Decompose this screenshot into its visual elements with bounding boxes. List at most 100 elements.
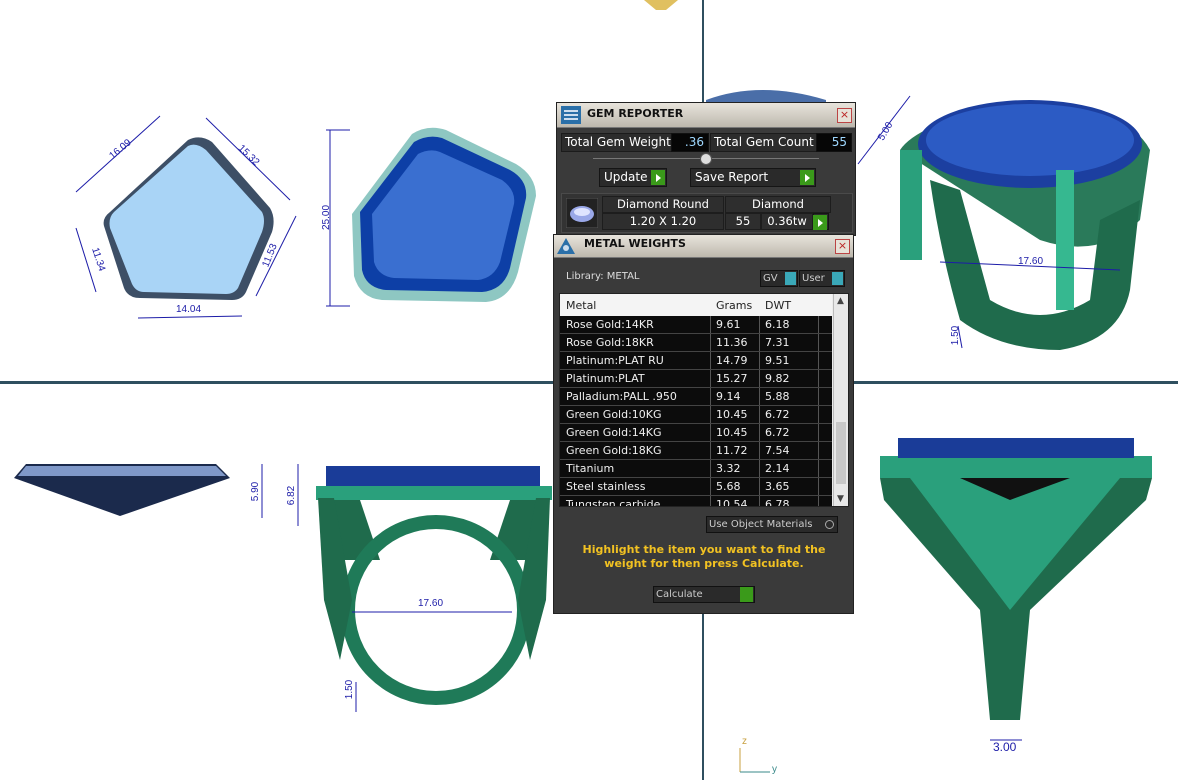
dwt-value: 3.65 bbox=[765, 480, 790, 493]
cell-divider bbox=[818, 316, 819, 333]
metal-weights-close-icon[interactable]: × bbox=[835, 239, 850, 254]
cell-divider bbox=[710, 442, 711, 459]
cell-divider bbox=[818, 424, 819, 441]
axis-gizmo bbox=[739, 748, 770, 773]
grams-value: 11.36 bbox=[716, 336, 748, 349]
metal-name: Green Gold:18KG bbox=[566, 444, 662, 457]
grams-value: 9.61 bbox=[716, 318, 741, 331]
gem-reporter-title: GEM REPORTER bbox=[587, 107, 684, 120]
metal-name: Steel stainless bbox=[566, 480, 646, 493]
gem-reporter-icon bbox=[561, 106, 581, 124]
grams-value: 9.14 bbox=[716, 390, 741, 403]
halo-top-view bbox=[352, 127, 536, 302]
metal-weights-titlebar[interactable]: METAL WEIGHTS × bbox=[554, 235, 853, 258]
metal-name: Rose Gold:18KR bbox=[566, 336, 654, 349]
gem-count: 55 bbox=[725, 213, 761, 230]
gem-reporter-panel[interactable]: GEM REPORTER × Total Gem Weight .36 Tota… bbox=[556, 102, 856, 236]
cell-divider bbox=[818, 460, 819, 477]
metal-name: Green Gold:10KG bbox=[566, 408, 662, 421]
cell-divider bbox=[759, 424, 760, 441]
cell-divider bbox=[818, 496, 819, 506]
total-gem-count-value: 55 bbox=[816, 133, 852, 152]
axis-z-label: z bbox=[742, 736, 747, 747]
metal-table-header: Metal Grams DWT bbox=[560, 294, 832, 316]
cell-divider bbox=[759, 388, 760, 405]
gem-detail-arrow-icon bbox=[813, 215, 827, 230]
library-label: Library: METAL bbox=[566, 271, 640, 282]
scroll-thumb[interactable] bbox=[836, 422, 846, 484]
splitter-knob-icon[interactable] bbox=[700, 153, 712, 165]
gem-shape: Diamond Round bbox=[602, 196, 724, 213]
metal-weights-title: METAL WEIGHTS bbox=[584, 237, 686, 250]
dwt-value: 6.78 bbox=[765, 498, 790, 507]
column-grams[interactable]: Grams bbox=[716, 299, 752, 312]
metal-table-rows: Rose Gold:14KR 9.61 6.18 Rose Gold:18KR 11.3… bbox=[560, 316, 832, 507]
cell-divider bbox=[710, 388, 711, 405]
use-object-materials-button[interactable]: Use Object Materials bbox=[706, 516, 838, 533]
update-button[interactable]: Update bbox=[599, 168, 667, 187]
column-dwt[interactable]: DWT bbox=[765, 299, 791, 312]
cell-divider bbox=[818, 370, 819, 387]
cell-divider bbox=[818, 352, 819, 369]
table-row[interactable]: Palladium:PALL .950 9.14 5.88 bbox=[560, 388, 832, 406]
ring-side-view bbox=[880, 438, 1152, 720]
grams-value: 10.45 bbox=[716, 426, 748, 439]
scroll-down-icon[interactable]: ▼ bbox=[837, 494, 844, 504]
metal-name: Platinum:PLAT RU bbox=[566, 354, 664, 367]
dim-top-left-e: 14.04 bbox=[176, 304, 202, 315]
cell-divider bbox=[710, 478, 711, 495]
table-row[interactable]: Green Gold:18KG 11.72 7.54 bbox=[560, 442, 832, 460]
total-gem-weight-label: Total Gem Weight bbox=[561, 133, 675, 152]
table-row[interactable]: Platinum:PLAT RU 14.79 9.51 bbox=[560, 352, 832, 370]
ring-front-view bbox=[316, 466, 552, 705]
calculate-hint: Highlight the item you want to find the … bbox=[582, 543, 826, 570]
dwt-value: 7.54 bbox=[765, 444, 790, 457]
save-report-arrow-icon bbox=[800, 170, 814, 185]
dim-top-right-b: 1.50 bbox=[950, 325, 962, 346]
save-report-button[interactable]: Save Report bbox=[690, 168, 816, 187]
grams-value: 11.72 bbox=[716, 444, 748, 457]
gv-button[interactable]: GV bbox=[760, 270, 798, 287]
cell-divider bbox=[759, 370, 760, 387]
update-label: Update bbox=[604, 170, 648, 184]
dim-bottom-left-a: 5.90 bbox=[250, 481, 262, 502]
table-row[interactable]: Green Gold:10KG 10.45 6.72 bbox=[560, 406, 832, 424]
cell-divider bbox=[759, 442, 760, 459]
grams-value: 10.54 bbox=[716, 498, 748, 507]
metal-table-scrollbar[interactable]: ▲ ▼ bbox=[833, 294, 848, 506]
table-row[interactable]: Rose Gold:18KR 11.36 7.31 bbox=[560, 334, 832, 352]
table-row[interactable]: Steel stainless 5.68 3.65 bbox=[560, 478, 832, 496]
cell-divider bbox=[759, 406, 760, 423]
cell-divider bbox=[710, 316, 711, 333]
calculate-label: Calculate bbox=[656, 589, 703, 600]
gem-list-item[interactable]: Diamond Round 1.20 X 1.20 Diamond 55 0.3… bbox=[561, 193, 853, 233]
save-report-label: Save Report bbox=[695, 170, 769, 184]
metal-name: Palladium:PALL .950 bbox=[566, 390, 677, 403]
dim-top-right-width: 17.60 bbox=[1018, 256, 1044, 267]
scroll-up-icon[interactable]: ▲ bbox=[837, 296, 844, 306]
cell-divider bbox=[818, 334, 819, 351]
cell-divider bbox=[818, 406, 819, 423]
table-row[interactable]: Platinum:PLAT 15.27 9.82 bbox=[560, 370, 832, 388]
metal-table[interactable]: Metal Grams DWT Rose Gold:14KR 9.61 6.18 Ro… bbox=[559, 293, 849, 507]
cell-divider bbox=[710, 370, 711, 387]
column-metal[interactable]: Metal bbox=[566, 299, 596, 312]
calculate-button[interactable]: Calculate bbox=[653, 586, 755, 603]
gem-reporter-close-icon[interactable]: × bbox=[837, 108, 852, 123]
cell-divider bbox=[710, 496, 711, 506]
dim-bottom-left-b: 6.82 bbox=[286, 485, 298, 506]
table-row[interactable]: Titanium 3.32 2.14 bbox=[560, 460, 832, 478]
table-row[interactable]: Rose Gold:14KR 9.61 6.18 bbox=[560, 316, 832, 334]
table-row[interactable]: Tungsten carbide 10.54 6.78 bbox=[560, 496, 832, 507]
cell-divider bbox=[818, 442, 819, 459]
dim-bottom-center-b: 1.50 bbox=[344, 679, 356, 700]
total-gem-count-label: Total Gem Count bbox=[710, 133, 818, 152]
table-row[interactable]: Green Gold:14KG 10.45 6.72 bbox=[560, 424, 832, 442]
user-button[interactable]: User bbox=[799, 270, 845, 287]
gem-detail-arrow-button[interactable] bbox=[813, 213, 829, 230]
gem-reporter-titlebar[interactable]: GEM REPORTER × bbox=[557, 103, 855, 128]
gem-material: Diamond bbox=[725, 196, 831, 213]
metal-weights-panel[interactable]: METAL WEIGHTS × Library: METAL GV User M… bbox=[553, 234, 854, 614]
cell-divider bbox=[710, 406, 711, 423]
metal-name: Tungsten carbide bbox=[566, 498, 661, 507]
